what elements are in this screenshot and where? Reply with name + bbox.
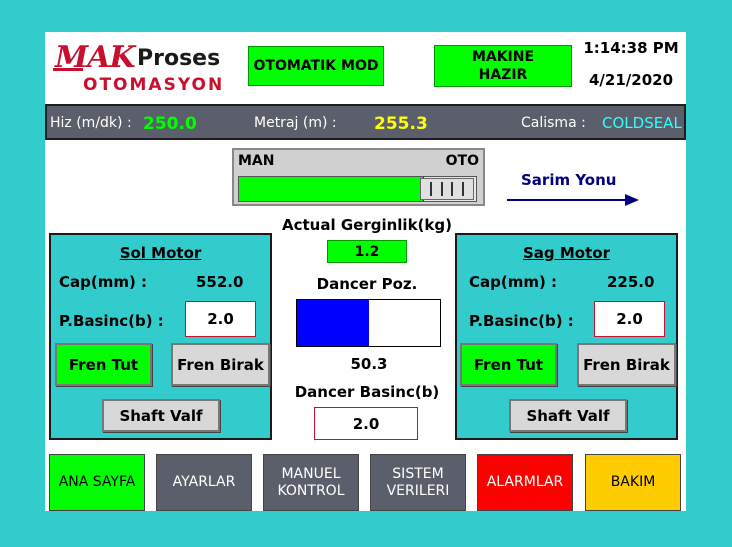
clock-date: 4/21/2020 bbox=[588, 71, 674, 89]
left-brake-release-button[interactable]: Fren Birak bbox=[171, 343, 270, 386]
logo-proses: Proses bbox=[137, 46, 221, 71]
work-value: COLDSEAL bbox=[602, 114, 682, 132]
left-brake-hold-button[interactable]: Fren Tut bbox=[55, 343, 152, 386]
dancer-pressure-label: Dancer Basinc(b) bbox=[294, 383, 440, 401]
meter-label: Metraj (m) : bbox=[254, 115, 337, 131]
right-shaft-valve-button[interactable]: Shaft Valf bbox=[509, 399, 627, 432]
speed-value: 250.0 bbox=[143, 114, 197, 134]
man-oto-handle[interactable] bbox=[420, 178, 474, 200]
right-brake-release-button[interactable]: Fren Birak bbox=[577, 343, 676, 386]
clock-time: 1:14:38 PM bbox=[583, 39, 679, 57]
dancer-position-value: 50.3 bbox=[350, 355, 388, 373]
nav-maintenance-button[interactable]: BAKIM bbox=[585, 454, 681, 511]
nav-alarms-button[interactable]: ALARMLAR bbox=[477, 454, 573, 511]
left-pressure-input[interactable]: 2.0 bbox=[185, 301, 256, 337]
right-pressure-label: P.Basinc(b) : bbox=[469, 312, 574, 330]
man-oto-switch[interactable]: MAN OTO bbox=[232, 148, 485, 206]
right-pressure-input[interactable]: 2.0 bbox=[594, 301, 665, 337]
status-bar: Hiz (m/dk) : 250.0 Metraj (m) : 255.3 Ca… bbox=[45, 104, 686, 140]
hmi-screen: MAK Proses OTOMASYON OTOMATIK MOD MAKINE… bbox=[45, 32, 686, 511]
oto-label: OTO bbox=[445, 153, 479, 169]
machine-ready-indicator: MAKINE HAZIR bbox=[434, 45, 572, 87]
right-motor-panel: Sag Motor Cap(mm) : 225.0 P.Basinc(b) : … bbox=[455, 233, 678, 440]
left-motor-title: Sol Motor bbox=[119, 244, 202, 262]
left-shaft-valve-button[interactable]: Shaft Valf bbox=[102, 399, 220, 432]
nav-home-button[interactable]: ANA SAYFA bbox=[49, 454, 145, 511]
auto-mode-indicator: OTOMATIK MOD bbox=[248, 46, 384, 86]
man-oto-fill bbox=[239, 177, 424, 201]
dancer-position-bar bbox=[296, 299, 441, 347]
dancer-position-fill bbox=[297, 300, 369, 346]
man-label: MAN bbox=[238, 153, 275, 169]
tension-label: Actual Gerginlik(kg) bbox=[282, 216, 452, 234]
speed-label: Hiz (m/dk) : bbox=[50, 115, 132, 131]
meter-value: 255.3 bbox=[374, 114, 428, 134]
left-cap-value: 552.0 bbox=[196, 273, 244, 291]
nav-system-data-button[interactable]: SISTEM VERILERI bbox=[370, 454, 466, 511]
man-oto-track bbox=[238, 176, 477, 202]
winding-direction-label: Sarim Yonu bbox=[521, 171, 617, 189]
right-motor-title: Sag Motor bbox=[523, 244, 610, 262]
arrow-right-icon bbox=[507, 194, 639, 206]
dancer-position-label: Dancer Poz. bbox=[316, 275, 418, 293]
tension-value: 1.2 bbox=[327, 240, 407, 263]
right-cap-value: 225.0 bbox=[607, 273, 655, 291]
nav-manual-control-button[interactable]: MANUEL KONTROL bbox=[263, 454, 359, 511]
right-cap-label: Cap(mm) : bbox=[469, 273, 558, 291]
logo-otomasyon: OTOMASYON bbox=[83, 75, 225, 95]
dancer-pressure-input[interactable]: 2.0 bbox=[314, 407, 418, 440]
nav-settings-button[interactable]: AYARLAR bbox=[156, 454, 252, 511]
left-cap-label: Cap(mm) : bbox=[59, 273, 148, 291]
left-motor-panel: Sol Motor Cap(mm) : 552.0 P.Basinc(b) : … bbox=[49, 233, 272, 440]
right-brake-hold-button[interactable]: Fren Tut bbox=[460, 343, 557, 386]
left-pressure-label: P.Basinc(b) : bbox=[59, 312, 164, 330]
work-label: Calisma : bbox=[521, 115, 586, 131]
logo-swoosh bbox=[53, 68, 83, 71]
